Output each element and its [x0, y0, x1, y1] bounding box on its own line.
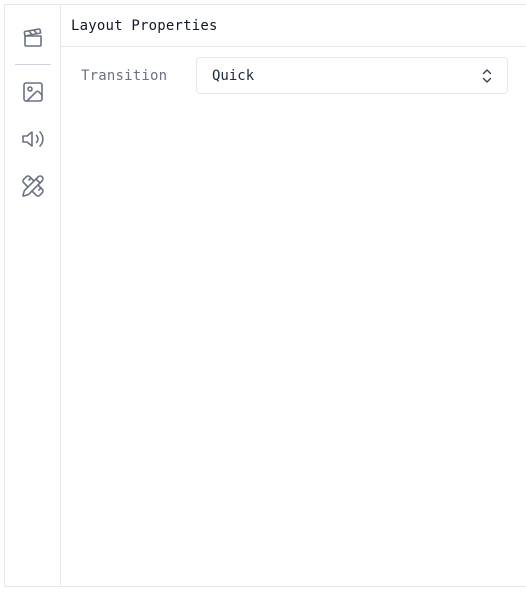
design-button[interactable]	[15, 168, 51, 204]
audio-button[interactable]	[15, 121, 51, 157]
transition-label: Transition	[81, 67, 168, 84]
clapperboard-icon	[23, 28, 42, 47]
transition-select[interactable]: Quick	[196, 57, 508, 94]
image-button[interactable]	[15, 74, 51, 110]
scene-button[interactable]	[15, 20, 51, 56]
speaker-icon	[21, 131, 44, 147]
image-icon	[22, 82, 43, 102]
chevron-up-down-icon	[482, 68, 492, 83]
sidebar-divider	[14, 64, 51, 65]
transition-row: Transition Quick	[61, 47, 526, 94]
properties-panel: Layout Properties Transition Quick	[61, 5, 526, 586]
panel-title: Layout Properties	[61, 5, 526, 47]
transition-value: Quick	[212, 67, 255, 84]
app-window: Layout Properties Transition Quick	[4, 4, 526, 587]
pencil-ruler-icon	[21, 175, 44, 197]
sidebar	[5, 5, 61, 586]
